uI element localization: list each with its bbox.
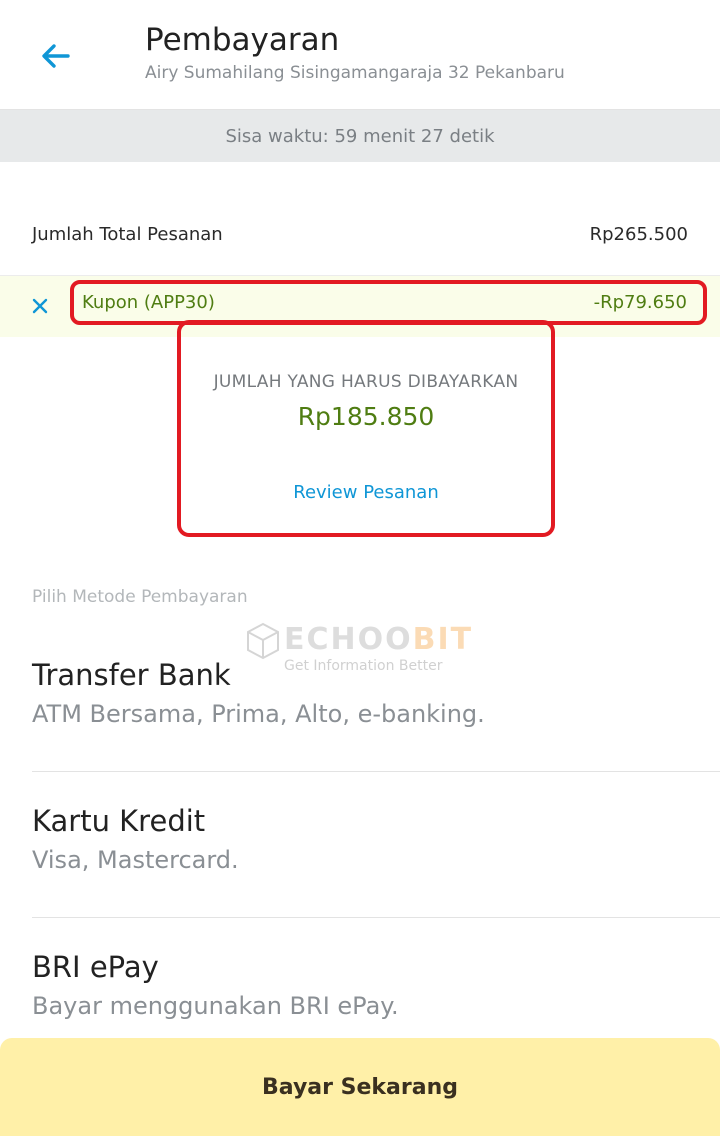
- page-title: Pembayaran: [145, 22, 340, 58]
- method-title: Transfer Bank: [32, 658, 231, 692]
- order-total-row: Jumlah Total Pesanan Rp265.500: [32, 224, 688, 245]
- watermark-brand-a: ECHOO: [284, 622, 413, 657]
- method-description: Bayar menggunakan BRI ePay.: [32, 992, 399, 1020]
- divider: [32, 917, 720, 918]
- method-title: BRI ePay: [32, 950, 159, 984]
- remove-coupon-button[interactable]: [28, 294, 52, 318]
- arrow-left-icon: [42, 44, 70, 68]
- amount-due-value: Rp185.850: [297, 402, 435, 431]
- coupon-highlight: Kupon (APP30) -Rp79.650: [70, 280, 707, 325]
- method-title: Kartu Kredit: [32, 804, 206, 838]
- back-button[interactable]: [34, 34, 78, 78]
- amount-due-highlight: JUMLAH YANG HARUS DIBAYARKAN Rp185.850 R…: [177, 320, 555, 537]
- method-description: ATM Bersama, Prima, Alto, e-banking.: [32, 700, 485, 728]
- method-transfer-bank[interactable]: Transfer Bank ATM Bersama, Prima, Alto, …: [32, 658, 720, 728]
- cube-logo-icon: [247, 622, 279, 660]
- divider: [32, 771, 720, 772]
- close-icon: [32, 298, 48, 314]
- coupon-label: Kupon (APP30): [82, 292, 215, 313]
- coupon-discount-value: -Rp79.650: [593, 292, 687, 313]
- countdown-timer: Sisa waktu: 59 menit 27 detik: [0, 110, 720, 162]
- pay-now-button[interactable]: Bayar Sekarang: [0, 1038, 720, 1136]
- method-bri-epay[interactable]: BRI ePay Bayar menggunakan BRI ePay.: [32, 950, 720, 1020]
- method-description: Visa, Mastercard.: [32, 846, 239, 874]
- hotel-name: Airy Sumahilang Sisingamangaraja 32 Peka…: [145, 63, 565, 83]
- app-header: Pembayaran Airy Sumahilang Sisingamangar…: [0, 0, 720, 110]
- order-total-label: Jumlah Total Pesanan: [32, 224, 223, 245]
- amount-due-label: JUMLAH YANG HARUS DIBAYARKAN: [213, 372, 519, 392]
- order-total-value: Rp265.500: [589, 224, 688, 245]
- watermark-brand-b: BIT: [412, 622, 474, 657]
- method-credit-card[interactable]: Kartu Kredit Visa, Mastercard.: [32, 804, 720, 874]
- review-order-link[interactable]: Review Pesanan: [181, 482, 551, 503]
- payment-method-heading: Pilih Metode Pembayaran: [32, 587, 248, 607]
